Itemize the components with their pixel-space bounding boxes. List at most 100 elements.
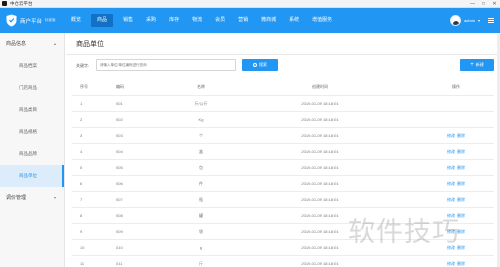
window-controls: — □ ✕: [467, 0, 500, 8]
nav-item[interactable]: 商品: [91, 14, 114, 27]
row-number: 11: [80, 261, 85, 266]
user-name[interactable]: admin: [464, 18, 475, 23]
chevron-down-icon[interactable]: ▾: [478, 18, 480, 23]
delete-link[interactable]: 删除: [457, 261, 465, 267]
top-navigation: 商户平台 标准版 概览 商品 销售 采购 库存 物流 会员 营销 微商城 系统 增值服务 admin…: [0, 8, 500, 33]
window-title: 中仓云平台: [10, 0, 33, 6]
sidebar-item[interactable]: 商品品牌: [0, 143, 64, 165]
row-created-time: 2019-01-09 18:18:01: [301, 101, 339, 106]
row-code: 004: [116, 149, 123, 154]
search-icon: [253, 63, 257, 67]
close-button[interactable]: ✕: [489, 0, 500, 8]
nav-item[interactable]: 概览: [68, 14, 84, 27]
delete-link[interactable]: 删除: [457, 133, 465, 139]
nav-item[interactable]: 增值服务: [309, 14, 335, 27]
app-icon: [2, 1, 7, 6]
column-header-actions: 操作: [452, 83, 460, 89]
table-row: 3 003 个 2019-01-09 18:18:01 修改 删除: [72, 128, 494, 144]
user-area: admin ▾: [450, 8, 500, 33]
row-code: 005: [116, 165, 123, 170]
column-header-code: 编码: [116, 83, 124, 89]
sidebar: 商品信息 ▴ 商品档案 门店商品 商品类目 商品规格 商品品牌 商品单位 调价管理 ▾: [0, 33, 65, 267]
row-name: 包: [199, 164, 203, 170]
row-created-time: 2019-01-09 18:18:01: [301, 165, 339, 170]
row-code: 006: [116, 181, 123, 186]
chevron-up-icon: ▴: [53, 41, 56, 46]
nav-item[interactable]: 销售: [120, 14, 136, 27]
search-input[interactable]: [96, 59, 236, 71]
nav-item[interactable]: 库存: [166, 14, 182, 27]
row-created-time: 2019-01-09 18:18:01: [301, 149, 339, 154]
minimize-button[interactable]: —: [467, 0, 478, 8]
search-label: 关键字:: [76, 63, 90, 68]
edit-link[interactable]: 修改: [447, 261, 455, 267]
edit-link[interactable]: 修改: [447, 149, 455, 155]
sidebar-item[interactable]: 商品档案: [0, 55, 64, 77]
sidebar-item[interactable]: 商品规格: [0, 121, 64, 143]
row-name: 个: [199, 132, 203, 138]
table-row: 4 004 盒 2019-01-09 18:18:01 修改 删除: [72, 144, 494, 160]
sidebar-group[interactable]: 调价管理 ▾: [0, 187, 64, 209]
row-actions: 修改 删除: [432, 128, 480, 143]
edit-link[interactable]: 修改: [447, 181, 455, 187]
row-number: 7: [80, 197, 83, 202]
nav-item[interactable]: 营销: [235, 14, 251, 27]
row-code: 010: [116, 245, 123, 250]
row-number: 3: [80, 133, 83, 138]
table-header: 序号 编码 名称 创建时间 操作: [72, 78, 494, 96]
row-number: 9: [80, 229, 83, 234]
page-title: 商品单位: [76, 41, 104, 48]
brand-name: 商户平台: [20, 18, 43, 25]
row-actions: 修改 删除: [432, 256, 480, 267]
add-button-label: 新建: [475, 62, 484, 67]
row-name: Kg: [198, 117, 204, 122]
nav-item[interactable]: 会员: [212, 14, 228, 27]
row-code: 011: [116, 261, 123, 266]
row-code: 008: [116, 213, 123, 218]
delete-link[interactable]: 删除: [457, 165, 465, 171]
sidebar-item[interactable]: 商品单位: [0, 165, 64, 187]
column-header-no: 序号: [80, 83, 88, 89]
row-created-time: 2019-01-09 18:18:01: [301, 181, 339, 186]
row-code: 007: [116, 197, 123, 202]
edit-link[interactable]: 修改: [447, 165, 455, 171]
search-button[interactable]: 搜索: [242, 59, 278, 71]
row-created-time: 2019-01-09 18:18:01: [301, 117, 339, 122]
user-avatar[interactable]: [450, 15, 462, 26]
sidebar-group[interactable]: 商品信息 ▴: [0, 33, 64, 55]
nav-item[interactable]: 物流: [189, 14, 205, 27]
chevron-down-icon: ▾: [53, 195, 56, 200]
row-actions: 修改 删除: [432, 160, 480, 175]
delete-link[interactable]: 删除: [457, 197, 465, 203]
brand-edition: 标准版: [45, 18, 56, 22]
row-code: 001: [116, 101, 123, 106]
row-name: g: [199, 245, 203, 250]
table-row: 2 002 Kg 2019-01-09 18:18:01: [72, 112, 494, 128]
edit-link[interactable]: 修改: [447, 197, 455, 203]
add-unit-button[interactable]: + 新建: [460, 59, 494, 71]
sidebar-item[interactable]: 商品类目: [0, 99, 64, 121]
maximize-button[interactable]: □: [478, 0, 489, 8]
menu-icon[interactable]: [488, 18, 494, 23]
delete-link[interactable]: 删除: [457, 181, 465, 187]
nav-item[interactable]: 系统: [286, 14, 302, 27]
row-number: 5: [80, 165, 83, 170]
edit-link[interactable]: 修改: [447, 133, 455, 139]
nav-item[interactable]: 微商城: [258, 14, 279, 27]
row-created-time: 2019-01-09 18:18:01: [301, 197, 339, 202]
sidebar-group-label: 商品信息: [6, 41, 27, 47]
row-actions: [432, 96, 480, 111]
table-row: 5 005 包 2019-01-09 18:18:01 修改 删除: [72, 160, 494, 176]
column-header-name: 名称: [197, 83, 205, 89]
sidebar-item[interactable]: 门店商品: [0, 77, 64, 99]
delete-link[interactable]: 删除: [457, 149, 465, 155]
row-name: 袋: [199, 228, 203, 234]
row-actions: 修改 删除: [432, 192, 480, 207]
nav-item[interactable]: 采购: [143, 14, 159, 27]
brand-logo[interactable]: 商户平台 标准版: [6, 14, 56, 27]
row-name: 瓶: [199, 196, 203, 202]
row-number: 1: [80, 101, 83, 106]
search-button-label: 搜索: [259, 62, 267, 67]
table-row: 7 007 瓶 2019-01-09 18:18:01 修改 删除: [72, 192, 494, 208]
shield-logo-icon: [6, 14, 17, 27]
